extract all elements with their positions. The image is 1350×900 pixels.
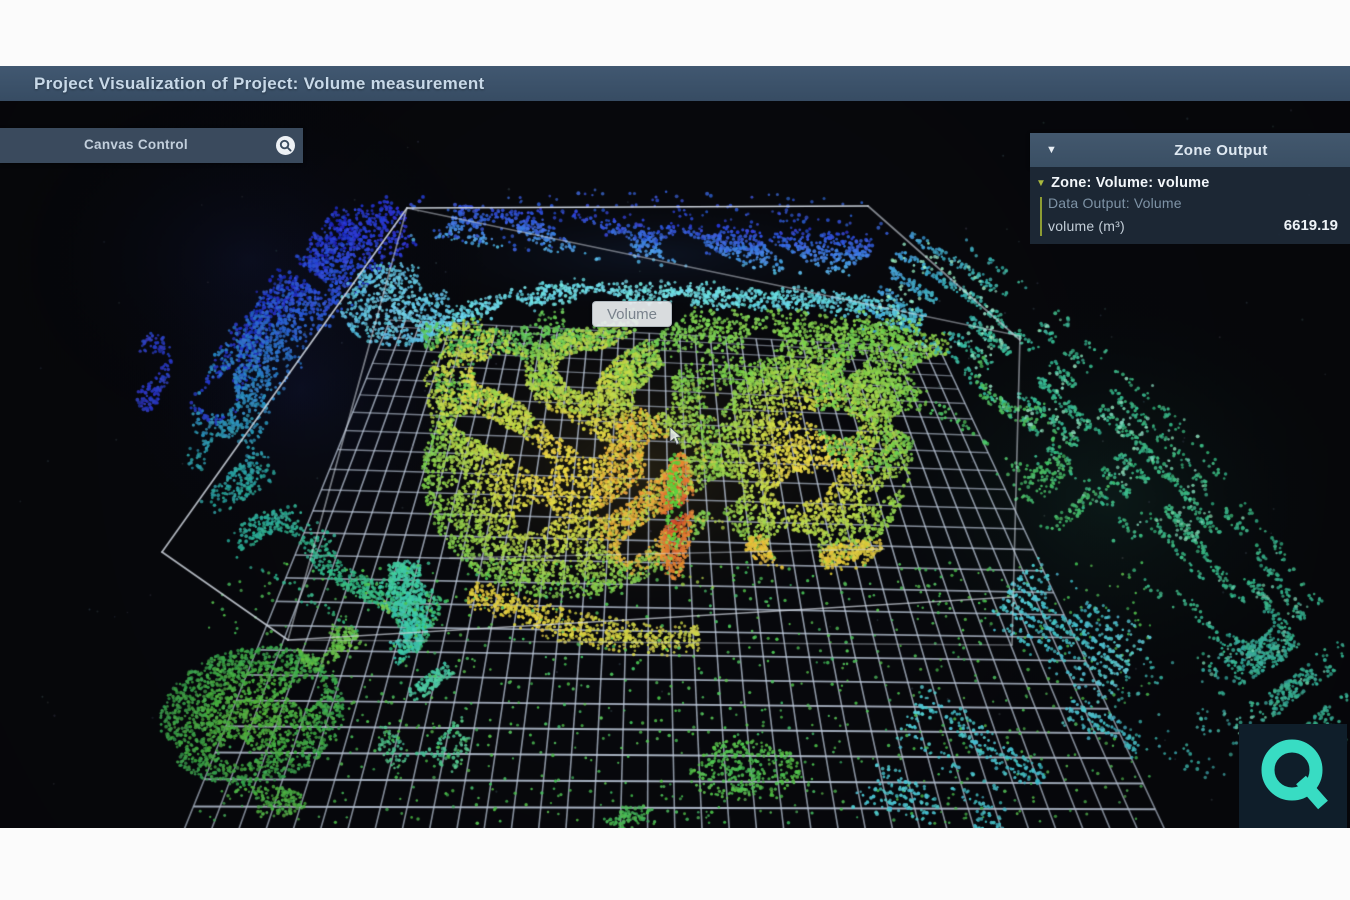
zone-output-title: Zone Output bbox=[1030, 142, 1350, 159]
zone-output-panel: ▼ Zone Output ▼ Zone: Volume: volume Dat… bbox=[1030, 133, 1350, 244]
zone-output-header[interactable]: ▼ Zone Output bbox=[1030, 133, 1350, 167]
zone-output-body: ▼ Zone: Volume: volume Data Output: Volu… bbox=[1030, 167, 1350, 244]
metric-row: volume (m³) 6619.19 bbox=[1048, 217, 1340, 234]
canvas-control-label: Canvas Control bbox=[84, 137, 188, 152]
zone-row[interactable]: ▼ Zone: Volume: volume bbox=[1036, 175, 1340, 191]
magnifier-icon[interactable] bbox=[276, 136, 295, 155]
brand-logo bbox=[1239, 724, 1347, 828]
data-output-label: Data Output: Volume bbox=[1048, 195, 1340, 211]
canvas-control-panel[interactable]: Canvas Control bbox=[0, 128, 303, 163]
zone-label: Zone: Volume: volume bbox=[1051, 175, 1209, 191]
title-bar: Project Visualization of Project: Volume… bbox=[0, 66, 1350, 102]
application-view: Project Visualization of Project: Volume… bbox=[0, 66, 1350, 828]
mouse-cursor-icon bbox=[668, 426, 684, 451]
q-letter-icon bbox=[1239, 724, 1347, 828]
metric-label: volume (m³) bbox=[1048, 218, 1125, 234]
metric-value: 6619.19 bbox=[1284, 217, 1340, 234]
volume-zone-tag[interactable]: Volume bbox=[592, 301, 672, 327]
app-window: Project Visualization of Project: Volume… bbox=[0, 0, 1350, 900]
page-title: Project Visualization of Project: Volume… bbox=[0, 74, 484, 94]
triangle-down-icon[interactable]: ▼ bbox=[1036, 178, 1046, 189]
zone-accent-line bbox=[1040, 197, 1042, 236]
